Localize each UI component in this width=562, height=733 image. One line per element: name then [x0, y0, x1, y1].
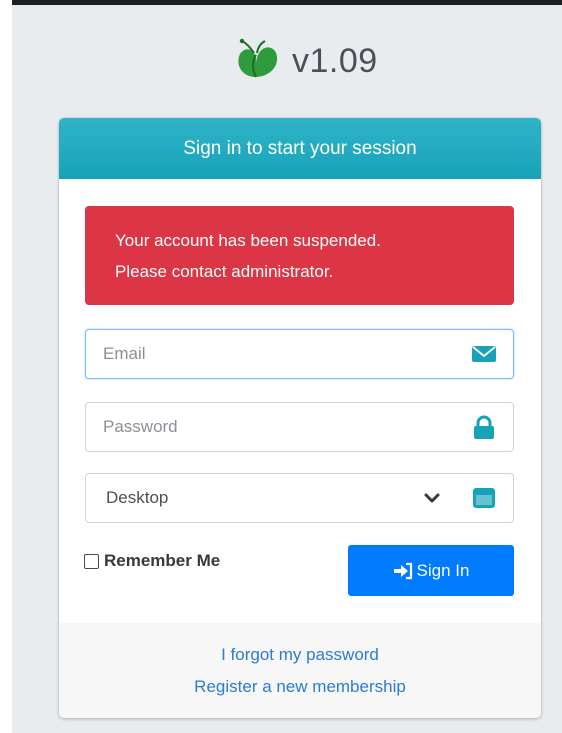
- envelope-icon: [471, 342, 497, 366]
- error-alert: Your account has been suspended. Please …: [85, 206, 514, 305]
- sign-in-label: Sign In: [416, 560, 470, 580]
- alert-line-2: Please contact administrator.: [115, 262, 334, 281]
- device-select-value: Desktop: [106, 488, 169, 507]
- card-footer: I forgot my password Register a new memb…: [59, 623, 541, 718]
- chevron-down-icon: [423, 490, 441, 506]
- window-icon: [471, 486, 497, 510]
- register-link[interactable]: Register a new membership: [59, 677, 541, 697]
- login-page: v1.09 Sign in to start your session Your…: [12, 0, 562, 733]
- remember-me[interactable]: Remember Me: [84, 551, 220, 571]
- version-label: v1.09: [292, 41, 378, 80]
- forgot-password-link[interactable]: I forgot my password: [59, 645, 541, 665]
- sign-in-icon: [393, 562, 412, 579]
- card-header: Sign in to start your session: [59, 118, 541, 179]
- brand: v1.09: [230, 33, 378, 89]
- device-select[interactable]: Desktop: [85, 473, 514, 523]
- butterfly-leaf-icon: [230, 33, 282, 90]
- lock-icon: [471, 415, 497, 439]
- password-input[interactable]: [86, 403, 456, 451]
- email-field: [85, 329, 514, 379]
- remember-checkbox[interactable]: [84, 553, 99, 569]
- login-card: Sign in to start your session Your accou…: [59, 118, 541, 718]
- alert-line-1: Your account has been suspended.: [115, 231, 381, 250]
- email-input[interactable]: [86, 330, 456, 378]
- remember-label: Remember Me: [104, 551, 221, 570]
- password-field: [85, 402, 514, 452]
- sign-in-button[interactable]: Sign In: [348, 545, 514, 596]
